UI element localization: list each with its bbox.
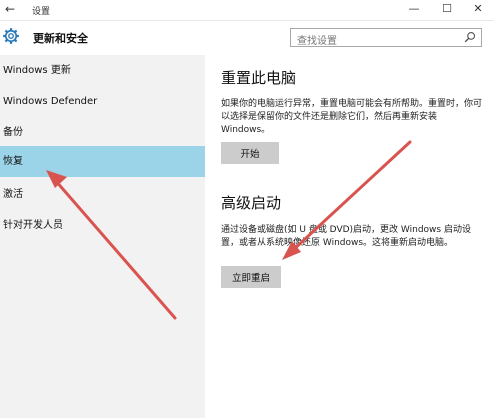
- sidebar-item-recovery[interactable]: 恢复: [0, 146, 205, 177]
- start-button[interactable]: 开始: [221, 142, 279, 164]
- maximize-button[interactable]: ☐: [437, 2, 457, 15]
- sidebar-item-windows-defender[interactable]: Windows Defender: [0, 86, 205, 117]
- sidebar-item-developers[interactable]: 针对开发人员: [0, 210, 205, 241]
- gear-icon: [3, 28, 19, 44]
- search-icon[interactable]: [464, 31, 476, 43]
- sidebar-item-windows-update[interactable]: Windows 更新: [0, 55, 205, 86]
- restart-now-button[interactable]: 立即重启: [221, 266, 281, 288]
- advanced-startup-heading: 高级启动: [221, 194, 282, 212]
- minimize-button[interactable]: —: [404, 2, 424, 15]
- reset-heading: 重置此电脑: [221, 69, 297, 87]
- back-button[interactable]: ←: [5, 2, 15, 16]
- settings-header: 更新和安全: [0, 21, 494, 55]
- sidebar-item-backup[interactable]: 备份: [0, 117, 205, 148]
- search-box[interactable]: [290, 28, 482, 50]
- advanced-startup-description: 通过设备或磁盘(如 U 盘或 DVD)启动，更改 Windows 启动设置，或者…: [221, 225, 471, 248]
- content-pane: 重置此电脑 如果你的电脑运行异常，重置电脑可能会有所帮助。重置时，你可以选择是保…: [205, 55, 494, 418]
- close-button[interactable]: ✕: [468, 2, 488, 15]
- sidebar-item-activation[interactable]: 激活: [0, 179, 205, 210]
- sidebar: Windows 更新 Windows Defender 备份 恢复 激活 针对开…: [0, 55, 205, 418]
- section-title: 更新和安全: [33, 32, 88, 45]
- title-bar: ← 设置 — ☐ ✕: [0, 0, 494, 21]
- search-input[interactable]: [291, 33, 457, 50]
- reset-description: 如果你的电脑运行异常，重置电脑可能会有所帮助。重置时，你可以选择是保留你的文件还…: [221, 99, 483, 135]
- window-title: 设置: [32, 7, 51, 17]
